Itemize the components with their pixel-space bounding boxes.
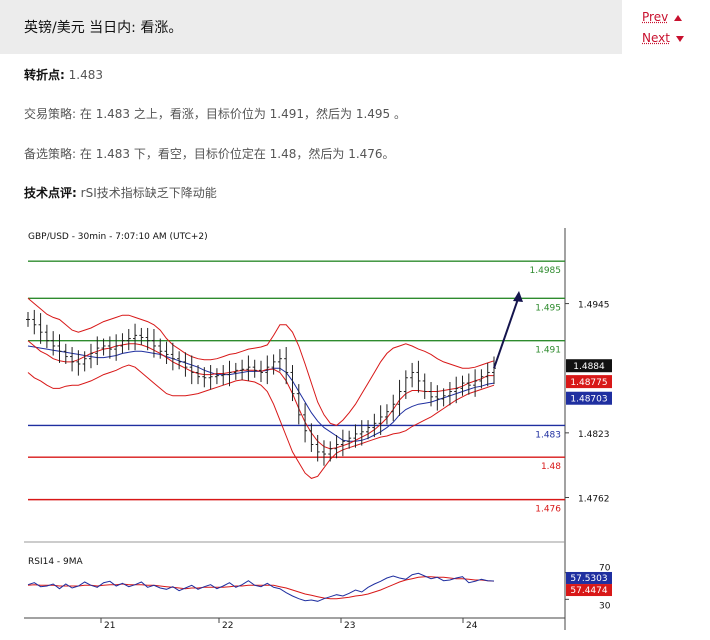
arrow-down-icon[interactable] bbox=[675, 35, 684, 42]
pivot-row: 转折点: 1.483 bbox=[24, 66, 103, 83]
rsi-tick-label: 30 bbox=[599, 601, 611, 611]
comment-text: rSI技术指标缺乏下降动能 bbox=[80, 186, 217, 200]
plot-area bbox=[28, 240, 565, 542]
pager: Prev Next bbox=[622, 0, 710, 54]
rsi-line bbox=[27, 572, 495, 602]
chart-title: GBP/USD - 30min - 7:07:10 AM (UTC+2) bbox=[28, 232, 208, 242]
price-chart: GBP/USD - 30min - 7:07:10 AM (UTC+2) 1.49… bbox=[24, 228, 614, 631]
level-label: 1.483 bbox=[535, 430, 561, 440]
next-label[interactable]: Next bbox=[642, 31, 670, 45]
x-tick-label: 22 bbox=[222, 621, 233, 630]
pivot-label: 转折点: bbox=[24, 68, 65, 82]
rsi-title: RSI14 - 9MA bbox=[28, 557, 84, 567]
prev-link[interactable]: Prev bbox=[642, 10, 683, 24]
price-box-label: 1.48775 bbox=[570, 378, 607, 388]
level-label: 1.476 bbox=[535, 505, 561, 515]
level-label: 1.4985 bbox=[530, 266, 562, 276]
pivot-value: 1.483 bbox=[68, 68, 103, 82]
strategy-row: 交易策略: 在 1.483 之上，看涨，目标价位为 1.491，然后为 1.49… bbox=[24, 105, 406, 122]
x-tick-label: 23 bbox=[344, 621, 355, 630]
comment-row: 技术点评: rSI技术指标缺乏下降动能 bbox=[24, 184, 217, 201]
x-tick-label: 24 bbox=[466, 621, 478, 630]
header-bar: 英镑/美元 当日内: 看涨。 bbox=[0, 0, 622, 54]
strategy-label: 交易策略: bbox=[24, 107, 77, 121]
chart-svg: GBP/USD - 30min - 7:07:10 AM (UTC+2) 1.49… bbox=[24, 228, 612, 631]
comment-label: 技术点评: bbox=[24, 186, 77, 200]
level-label: 1.48 bbox=[541, 462, 561, 472]
y-tick-label: 1.4762 bbox=[578, 494, 610, 504]
price-box-label: 1.48703 bbox=[570, 395, 607, 405]
next-link[interactable]: Next bbox=[642, 31, 684, 45]
alt-strategy-text: 在 1.483 下，看空，目标价位定在 1.48，然后为 1.476。 bbox=[79, 147, 395, 161]
price-box-label: 1.4884 bbox=[573, 362, 605, 372]
prev-label[interactable]: Prev bbox=[642, 10, 668, 24]
rsi-ma-line bbox=[27, 576, 495, 600]
alt-strategy-row: 备选策略: 在 1.483 下，看空，目标价位定在 1.48，然后为 1.476… bbox=[24, 145, 395, 162]
level-label: 1.495 bbox=[535, 303, 561, 313]
y-tick-label: 1.4945 bbox=[578, 301, 610, 311]
arrow-up-icon[interactable] bbox=[674, 14, 683, 21]
x-tick-label: 21 bbox=[104, 621, 115, 630]
page-title: 英镑/美元 当日内: 看涨。 bbox=[24, 20, 183, 36]
rsi-box-label: 57.4474 bbox=[570, 586, 607, 596]
level-label: 1.491 bbox=[535, 346, 561, 356]
strategy-text: 在 1.483 之上，看涨，目标价位为 1.491，然后为 1.495 。 bbox=[79, 107, 407, 121]
alt-strategy-label: 备选策略: bbox=[24, 147, 77, 161]
rsi-box-label: 57.5303 bbox=[570, 574, 607, 584]
y-tick-label: 1.4823 bbox=[578, 430, 610, 440]
